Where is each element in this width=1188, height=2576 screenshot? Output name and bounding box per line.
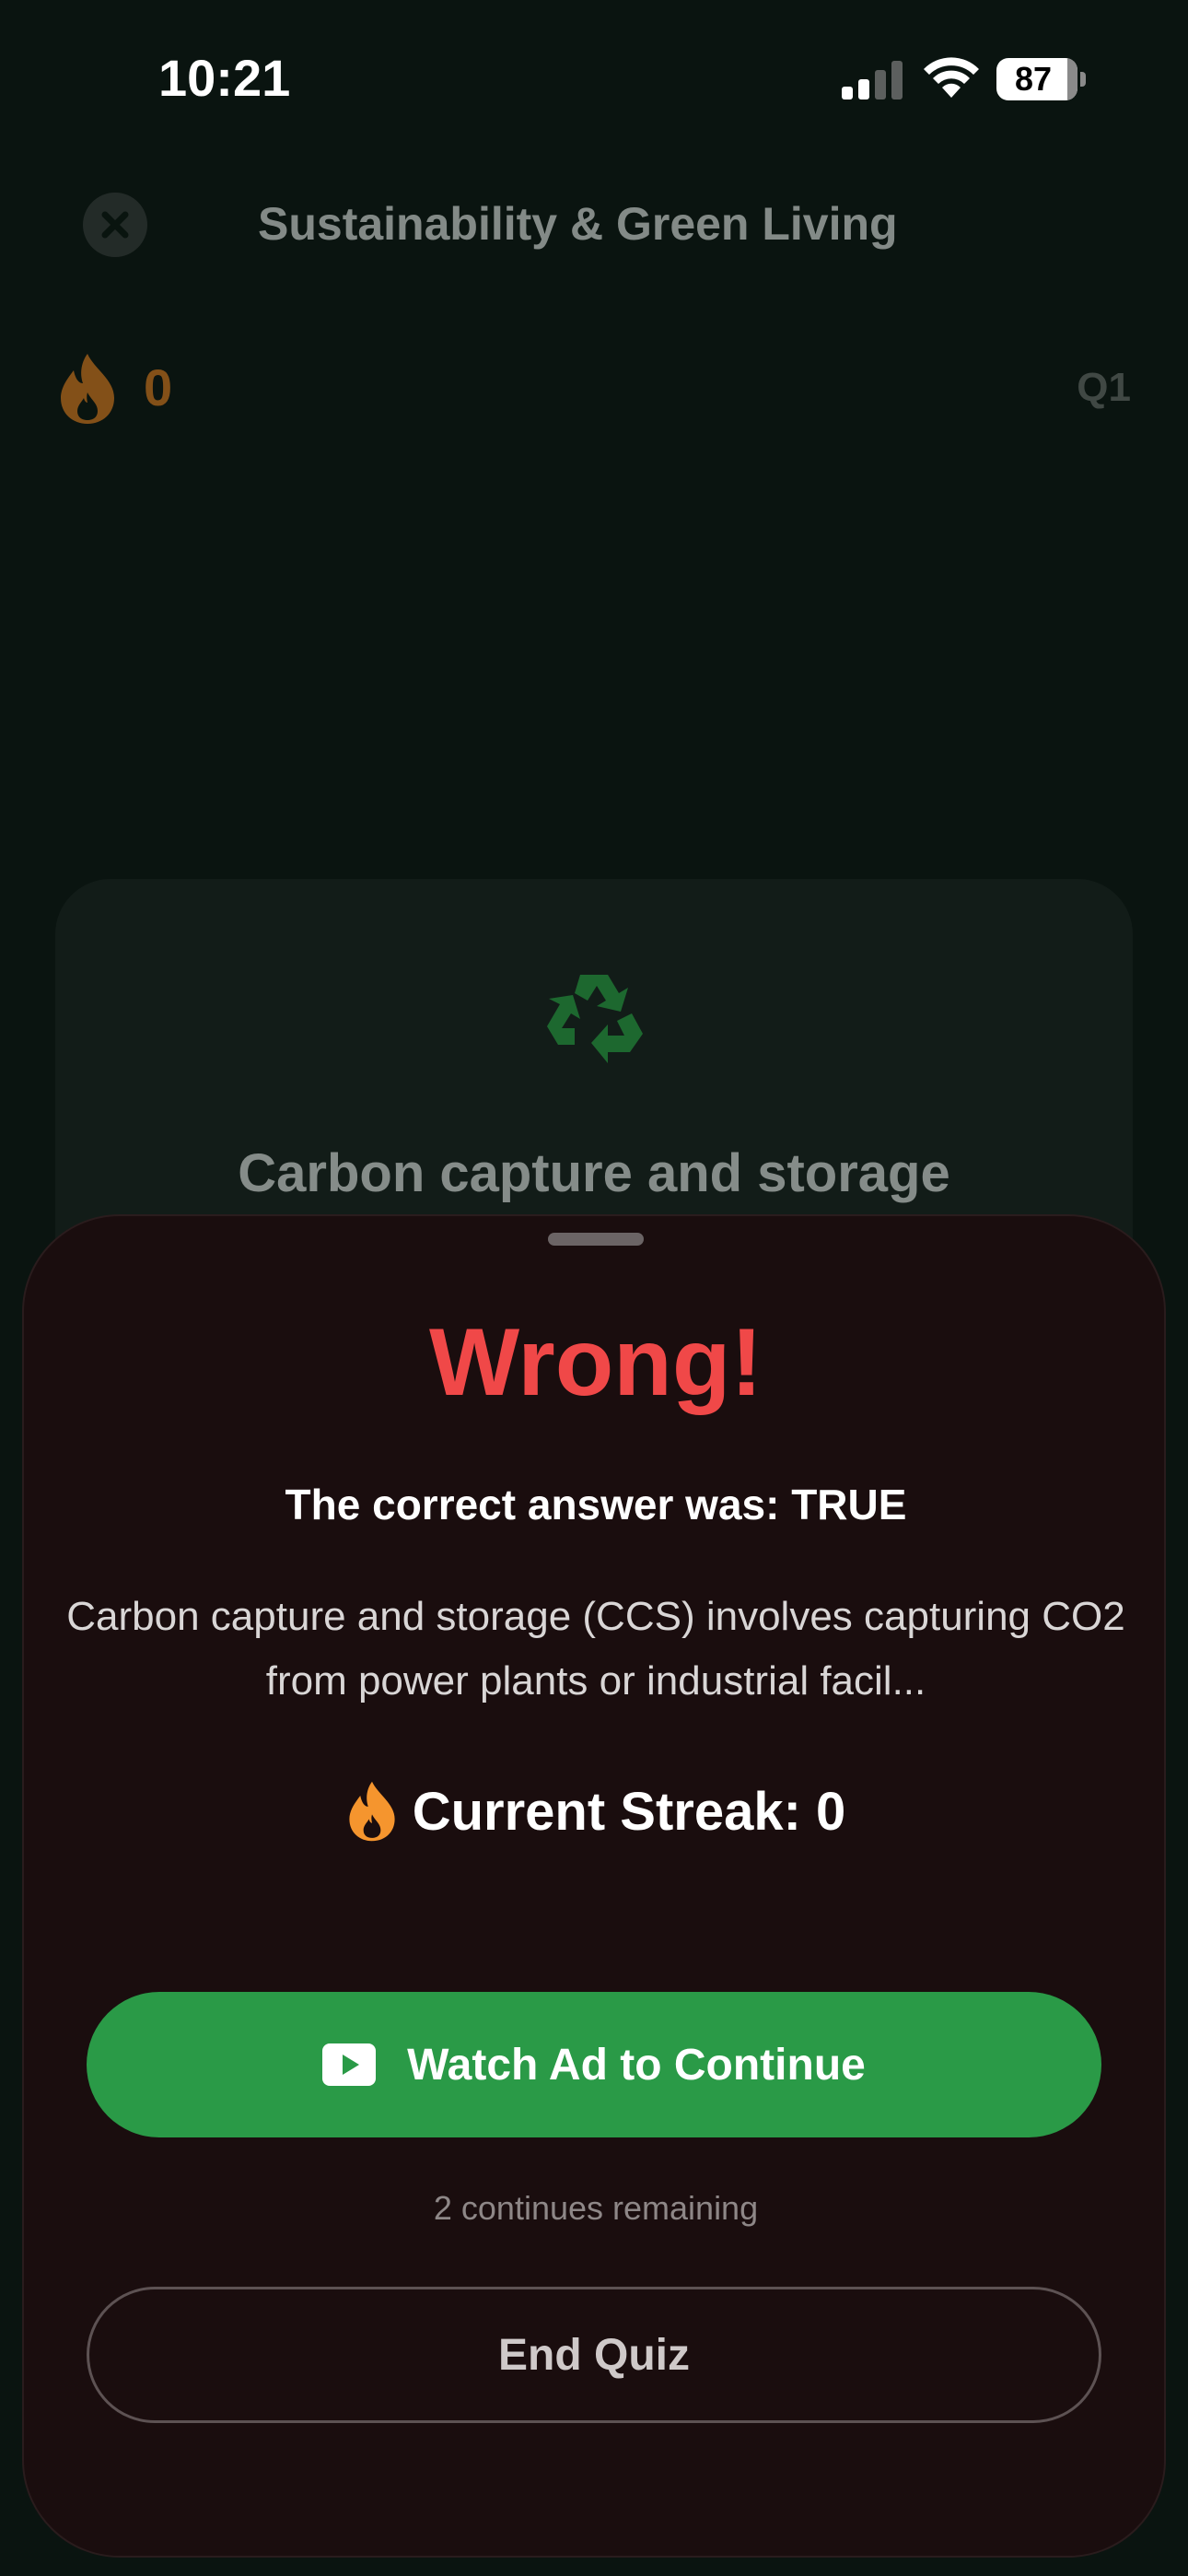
quiz-screen: 10:21 87 Sustainability & Green Living 0… [0, 0, 1188, 2576]
wifi-icon [924, 57, 979, 98]
correct-answer-text: The correct answer was: TRUE [285, 1481, 907, 1528]
close-icon [101, 211, 129, 239]
flame-icon [61, 354, 114, 424]
end-quiz-label: End Quiz [498, 2330, 690, 2380]
continues-remaining-text: 2 continues remaining [433, 2189, 759, 2227]
watch-ad-button[interactable]: Watch Ad to Continue [87, 1992, 1101, 2137]
battery-percent: 87 [1014, 60, 1053, 98]
explanation-text: Carbon capture and storage (CCS) involve… [66, 1594, 1125, 1704]
result-title: Wrong! [429, 1309, 763, 1416]
question-number: Q1 [1077, 365, 1131, 410]
drag-handle[interactable] [548, 1233, 644, 1246]
cellular-signal-icon [842, 61, 903, 100]
current-streak-label: Current Streak: 0 [412, 1781, 846, 1842]
flame-icon [349, 1781, 395, 1842]
streak-count: 0 [144, 358, 173, 416]
end-quiz-button[interactable]: End Quiz [87, 2287, 1101, 2423]
close-button[interactable] [83, 193, 147, 257]
battery-indicator: 87 [996, 58, 1086, 100]
play-video-icon [322, 2043, 377, 2086]
status-bar: 10:21 87 [0, 0, 1188, 161]
question-text: Carbon capture and storage [238, 1143, 950, 1203]
watch-ad-label: Watch Ad to Continue [407, 2040, 866, 2090]
result-sheet: Wrong! The correct answer was: TRUE Carb… [22, 1214, 1166, 2558]
recycle-icon [547, 975, 643, 1063]
current-streak: Current Streak: 0 [24, 1780, 1168, 1843]
quiz-title: Sustainability & Green Living [258, 198, 898, 250]
status-time: 10:21 [158, 49, 291, 107]
